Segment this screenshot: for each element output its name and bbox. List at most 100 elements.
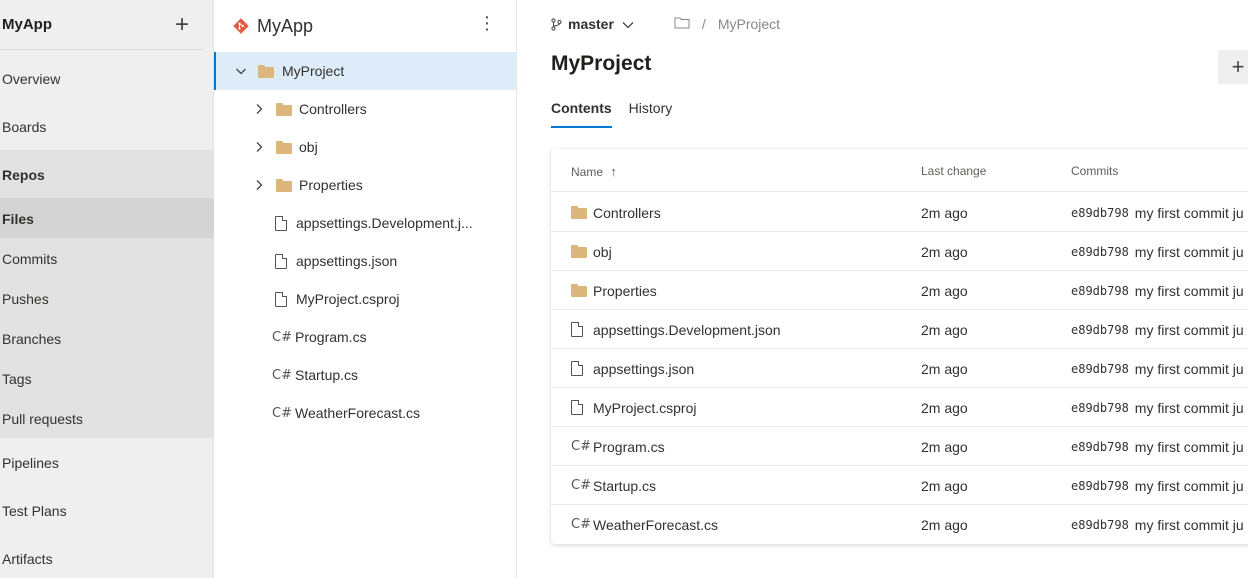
repo-toolbar: master / MyProject [551, 14, 780, 34]
sort-ascending-icon: ↑ [610, 164, 617, 179]
nav-item-repos[interactable]: Repos [0, 162, 214, 188]
row-name[interactable]: appsettings.Development.json [593, 322, 781, 338]
tree-item-label: Properties [299, 177, 363, 193]
nav-label: Commits [2, 251, 58, 267]
row-last-change: 2m ago [921, 516, 968, 533]
commit-hash[interactable]: e89db798 [1071, 440, 1129, 454]
nav-item-pull-requests[interactable]: Pull requests [0, 406, 214, 432]
row-last-change: 2m ago [921, 360, 968, 377]
file-icon [275, 291, 287, 307]
nav-item-overview[interactable]: Overview [0, 66, 214, 92]
commit-message: my first commit ju [1134, 282, 1244, 299]
csharp-file-icon: C# [272, 329, 292, 345]
table-row[interactable]: C# WeatherForecast.cs 2m ago e89db798 my f… [551, 505, 1248, 544]
row-last-change: 2m ago [921, 243, 968, 260]
table-row[interactable]: obj 2m ago e89db798 my first commit ju [551, 232, 1248, 271]
folder-icon [276, 178, 292, 192]
tree-item-file[interactable]: C# Startup.cs [214, 356, 516, 394]
folder-icon [276, 140, 292, 154]
tree-item-root[interactable]: MyProject [214, 52, 516, 90]
chevron-right-icon[interactable] [252, 178, 266, 192]
tab-contents[interactable]: Contents [551, 100, 612, 128]
nav-item-boards[interactable]: Boards [0, 114, 214, 140]
row-name[interactable]: Startup.cs [593, 478, 656, 494]
row-name[interactable]: obj [593, 244, 612, 260]
branch-icon [551, 17, 562, 31]
nav-item-artifacts[interactable]: Artifacts [0, 546, 214, 572]
commit-hash[interactable]: e89db798 [1071, 362, 1129, 376]
csharp-file-icon: C# [571, 517, 591, 532]
nav-item-branches[interactable]: Branches [0, 326, 214, 352]
chevron-right-icon[interactable] [252, 140, 266, 154]
column-header-last-change[interactable]: Last change [921, 164, 986, 178]
column-header-commits[interactable]: Commits [1071, 164, 1118, 178]
new-item-plus-icon[interactable]: + [175, 12, 189, 37]
tree-item-folder[interactable]: Controllers [214, 90, 516, 128]
commit-hash[interactable]: e89db798 [1071, 245, 1129, 259]
table-row[interactable]: Controllers 2m ago e89db798 my first comm… [551, 193, 1248, 232]
commit-hash[interactable]: e89db798 [1071, 518, 1129, 532]
nav-item-commits[interactable]: Commits [0, 246, 214, 272]
csharp-file-icon: C# [571, 478, 591, 493]
project-header: MyApp + [0, 0, 203, 50]
more-options-icon[interactable]: ⋮ [478, 14, 496, 32]
tree-item-file[interactable]: appsettings.json [214, 242, 516, 280]
branch-selector[interactable]: master [551, 16, 640, 32]
row-last-change: 2m ago [921, 204, 968, 221]
table-row[interactable]: MyProject.csproj 2m ago e89db798 my first… [551, 388, 1248, 427]
table-row[interactable]: Properties 2m ago e89db798 my first commi… [551, 271, 1248, 310]
commit-hash[interactable]: e89db798 [1071, 401, 1129, 415]
commit-hash[interactable]: e89db798 [1071, 284, 1129, 298]
folder-outline-icon[interactable] [674, 16, 690, 32]
project-name[interactable]: MyApp [2, 16, 52, 33]
commit-hash[interactable]: e89db798 [1071, 479, 1129, 493]
chevron-down-icon[interactable] [234, 64, 248, 78]
column-header-name[interactable]: Name ↑ [571, 164, 617, 179]
commit-message: my first commit ju [1134, 321, 1244, 338]
nav-item-tags[interactable]: Tags [0, 366, 214, 392]
row-name[interactable]: appsettings.json [593, 361, 694, 377]
branch-name: master [568, 16, 614, 32]
tree-item-folder[interactable]: obj [214, 128, 516, 166]
chevron-right-icon[interactable] [252, 102, 266, 116]
tree-item-label: obj [299, 139, 318, 155]
tree-item-file[interactable]: C# Program.cs [214, 318, 516, 356]
nav-item-pipelines[interactable]: Pipelines [0, 450, 214, 476]
table-row[interactable]: C# Program.cs 2m ago e89db798 my first com… [551, 427, 1248, 466]
tab-history[interactable]: History [629, 100, 673, 128]
commit-message: my first commit ju [1134, 204, 1244, 221]
commit-hash[interactable]: e89db798 [1071, 323, 1129, 337]
repo-name[interactable]: MyApp [257, 16, 313, 37]
nav-item-files[interactable]: Files [0, 206, 214, 232]
commit-hash[interactable]: e89db798 [1071, 206, 1129, 220]
row-last-change: 2m ago [921, 399, 968, 416]
tree-item-file[interactable]: appsettings.Development.j... [214, 204, 516, 242]
folder-icon [258, 64, 274, 78]
nav-item-test-plans[interactable]: Test Plans [0, 498, 214, 524]
table-row[interactable]: C# Startup.cs 2m ago e89db798 my first com… [551, 466, 1248, 505]
add-plus-icon[interactable]: + [1218, 50, 1248, 84]
tree-item-file[interactable]: C# WeatherForecast.cs [214, 394, 516, 432]
row-name[interactable]: WeatherForecast.cs [593, 517, 718, 533]
file-icon [571, 361, 583, 376]
row-name[interactable]: Program.cs [593, 439, 665, 455]
tree-item-label: MyProject [282, 63, 345, 79]
nav-item-pushes[interactable]: Pushes [0, 286, 214, 312]
nav-label: Test Plans [2, 503, 67, 519]
nav-label: Branches [2, 331, 62, 347]
tree-item-file[interactable]: MyProject.csproj [214, 280, 516, 318]
table-row[interactable]: appsettings.Development.json 2m ago e89d… [551, 310, 1248, 349]
row-name[interactable]: Properties [593, 283, 657, 299]
tree-item-label: appsettings.Development.j... [296, 215, 473, 231]
nav-label: Boards [2, 119, 47, 135]
row-last-change: 2m ago [921, 438, 968, 455]
breadcrumb-item[interactable]: MyProject [718, 16, 780, 32]
table-row[interactable]: appsettings.json 2m ago e89db798 my first… [551, 349, 1248, 388]
row-name[interactable]: MyProject.csproj [593, 400, 696, 416]
tree-item-folder[interactable]: Properties [214, 166, 516, 204]
nav-label: Pull requests [2, 411, 83, 427]
csharp-file-icon: C# [571, 439, 591, 454]
row-name[interactable]: Controllers [593, 205, 661, 221]
row-last-change: 2m ago [921, 282, 968, 299]
commit-message: my first commit ju [1134, 516, 1244, 533]
